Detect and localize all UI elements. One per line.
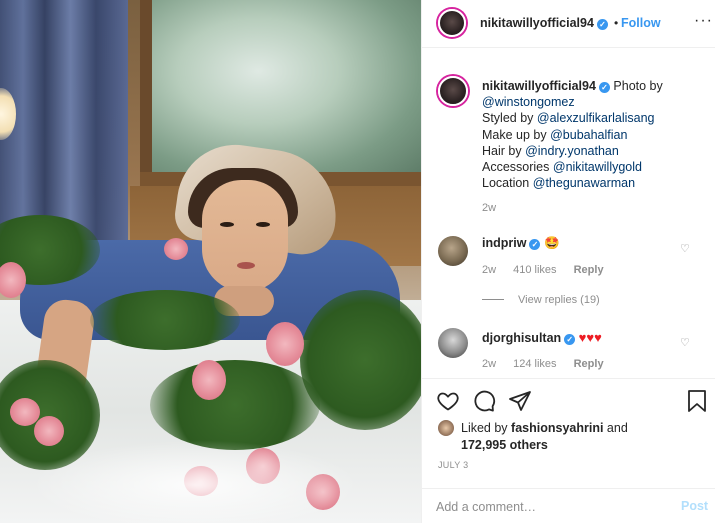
post-action-bar [422, 378, 715, 422]
post-photo[interactable] [0, 0, 421, 523]
photo-rose [192, 360, 226, 400]
share-paper-plane-icon[interactable] [508, 389, 532, 413]
comment-like-heart-icon[interactable]: ♡ [680, 242, 690, 255]
photo-foliage [150, 360, 320, 450]
photo-window-frame [140, 0, 152, 190]
caption-author-avatar[interactable] [438, 76, 468, 106]
comment-reply-button[interactable]: Reply [574, 358, 604, 370]
post-header: nikitawillyofficial94 ✓ • Follow ··· [422, 0, 715, 48]
comment-username[interactable]: djorghisultan [482, 331, 561, 345]
header-separator: • [614, 16, 619, 30]
caption-line-prefix: Styled by [482, 111, 534, 126]
liker-avatar[interactable] [438, 420, 454, 436]
verified-badge-icon: ✓ [596, 19, 608, 30]
photo-rose [164, 238, 188, 260]
caption-line-prefix: Accessories [482, 160, 550, 175]
comment-body: 🤩 [543, 236, 560, 250]
liked-by-prefix: Liked by [461, 421, 508, 435]
caption-mention[interactable]: @winstongomez [482, 95, 575, 109]
caption-mention[interactable]: @alexzulfikarlalisang [537, 111, 655, 125]
caption-mention[interactable]: @nikitawillygold [553, 160, 642, 174]
photo-eye [256, 222, 270, 227]
liked-by-username[interactable]: fashionsyahrini [511, 421, 603, 435]
caption-mention[interactable]: @bubahalfian [550, 128, 627, 142]
add-comment-bar: Post [422, 488, 715, 523]
liked-by-joiner: and [606, 421, 628, 435]
replies-divider-line [482, 299, 504, 300]
caption-text: nikitawillyofficial94 ✓ Photo by @winston… [482, 78, 707, 191]
post-side-panel: nikitawillyofficial94 ✓ • Follow ··· niki… [421, 0, 715, 523]
save-bookmark-icon[interactable] [686, 389, 708, 413]
comment-timestamp[interactable]: 2w [482, 358, 496, 370]
comment-meta: 2w 410 likes Reply [482, 264, 618, 276]
photo-face [202, 180, 288, 292]
commenter-avatar[interactable] [438, 236, 468, 266]
comment-body: ♥♥♥ [578, 330, 602, 345]
photo-foreground-blur [30, 440, 360, 523]
commenter-avatar[interactable] [438, 328, 468, 358]
comment-text: indpriw ✓ 🤩 [482, 236, 560, 251]
caption-timestamp[interactable]: 2w [482, 202, 496, 214]
caption-mention[interactable]: @indry.yonathan [525, 144, 619, 158]
caption-username[interactable]: nikitawillyofficial94 [482, 79, 596, 93]
author-avatar[interactable] [438, 9, 466, 37]
caption-line-prefix: Hair by [482, 143, 522, 158]
comment-username[interactable]: indpriw [482, 236, 526, 250]
view-replies-label[interactable]: View replies (19) [518, 294, 600, 306]
likes-text: Liked by fashionsyahrini and 172,995 oth… [461, 420, 701, 454]
post-comment-button[interactable]: Post [681, 499, 708, 513]
caption-line-prefix: Make up by [482, 127, 547, 142]
photo-lips [237, 262, 255, 269]
author-username[interactable]: nikitawillyofficial94 [480, 16, 594, 30]
add-comment-input[interactable] [436, 498, 656, 516]
comment-likes-count[interactable]: 410 likes [513, 264, 556, 276]
view-replies-button[interactable]: View replies (19) [482, 294, 600, 306]
photo-curtain [0, 0, 128, 250]
post-date[interactable]: JULY 3 [438, 460, 468, 470]
comment-likes-count[interactable]: 124 likes [513, 358, 556, 370]
comment-text: djorghisultan ✓ ♥♥♥ [482, 330, 602, 345]
verified-badge-icon: ✓ [529, 239, 541, 250]
verified-badge-icon: ✓ [598, 82, 610, 93]
caption-mention[interactable]: @thegunawarman [533, 176, 635, 190]
caption-line-prefix: Location [482, 176, 530, 191]
photo-rose [34, 416, 64, 446]
verified-badge-icon: ✓ [564, 334, 576, 345]
like-heart-icon[interactable] [436, 389, 460, 413]
author-username-row: nikitawillyofficial94 ✓ [480, 16, 608, 30]
comment-timestamp[interactable]: 2w [482, 264, 496, 276]
caption-line-prefix: Photo by [613, 79, 663, 93]
comment-reply-button[interactable]: Reply [574, 264, 604, 276]
photo-rose [266, 322, 304, 366]
more-options-icon[interactable]: ··· [694, 12, 713, 30]
follow-button[interactable]: Follow [621, 16, 661, 30]
photo-foliage [90, 290, 240, 350]
photo-eye [220, 222, 234, 227]
comment-bubble-icon[interactable] [472, 389, 496, 413]
comment-meta: 2w 124 likes Reply [482, 358, 618, 370]
liked-by-others-count[interactable]: 172,995 others [461, 438, 548, 452]
comment-like-heart-icon[interactable]: ♡ [680, 336, 690, 349]
